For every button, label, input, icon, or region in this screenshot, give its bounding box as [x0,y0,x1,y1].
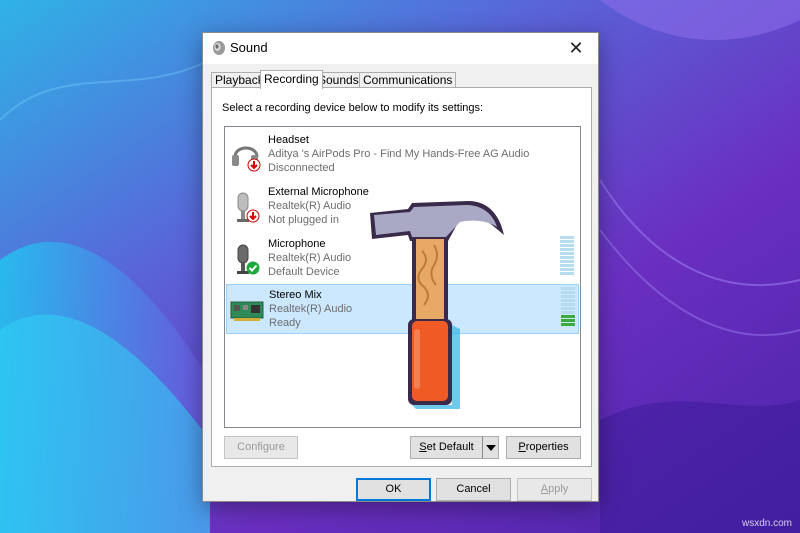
apply-button[interactable]: Apply [517,478,592,501]
level-meter [560,236,574,275]
title-bar: Sound ✕ [203,33,598,64]
device-status: Disconnected [268,162,335,174]
list-item-external-microphone[interactable]: External Microphone Realtek(R) Audio Not… [226,182,579,232]
level-meter [561,287,575,326]
device-list[interactable]: Headset Aditya 's AirPods Pro - Find My … [224,126,581,428]
meter-segment [561,299,575,302]
device-driver: Realtek(R) Audio [268,200,352,212]
meter-segment [561,303,575,306]
meter-segment [561,291,575,294]
meter-segment [560,236,574,239]
meter-segment [561,323,575,326]
close-button[interactable]: ✕ [554,33,598,64]
device-driver: Realtek(R) Audio [269,303,353,315]
meter-segment [560,268,574,271]
microphone-icon [237,244,260,275]
chevron-down-icon [486,445,496,451]
tab-recording[interactable]: Recording [260,70,323,89]
sound-card-icon [230,301,264,321]
tab-strip: Playback Recording Sounds Communications [211,70,591,89]
cancel-button[interactable]: Cancel [436,478,511,501]
meter-segment [560,240,574,243]
configure-button[interactable]: Configure [224,436,298,459]
sound-dialog: Sound ✕ Playback Recording Sounds Commun… [202,32,599,502]
set-default-button[interactable]: Set Default [410,436,483,459]
meter-segment [560,260,574,263]
list-item-headset[interactable]: Headset Aditya 's AirPods Pro - Find My … [226,130,579,180]
tab-communications[interactable]: Communications [359,72,457,88]
meter-segment [560,252,574,255]
meter-segment [561,307,575,310]
meter-segment [561,315,575,318]
meter-segment [561,295,575,298]
device-driver: Aditya 's AirPods Pro - Find My Hands-Fr… [268,148,530,160]
device-status: Not plugged in [268,214,339,226]
meter-segment [561,311,575,314]
headset-icon [232,146,261,172]
meter-segment [560,248,574,251]
properties-button[interactable]: Properties [506,436,581,459]
device-name: Headset [268,134,309,146]
meter-segment [560,244,574,247]
device-driver: Realtek(R) Audio [268,252,352,264]
meter-segment [560,272,574,275]
meter-segment [560,264,574,267]
device-status: Default Device [268,266,340,278]
dialog-title: Sound [230,40,268,55]
instruction-text: Select a recording device below to modif… [222,102,484,114]
device-name: Microphone [268,238,326,250]
meter-segment [561,287,575,290]
meter-segment [561,319,575,322]
meter-segment [560,256,574,259]
list-item-microphone[interactable]: Microphone Realtek(R) Audio Default Devi… [226,234,579,284]
list-item-stereo-mix[interactable]: Stereo Mix Realtek(R) Audio Ready [226,284,579,334]
device-name: Stereo Mix [269,289,322,301]
watermark: wsxdn.com [741,518,792,529]
speaker-icon [213,41,225,55]
close-icon: ✕ [568,38,584,58]
ok-button[interactable]: OK [356,478,431,501]
recording-panel: Select a recording device below to modif… [211,87,592,467]
device-status: Ready [269,317,301,329]
microphone-icon [237,192,260,223]
set-default-dropdown[interactable] [482,436,499,459]
device-name: External Microphone [268,186,369,198]
